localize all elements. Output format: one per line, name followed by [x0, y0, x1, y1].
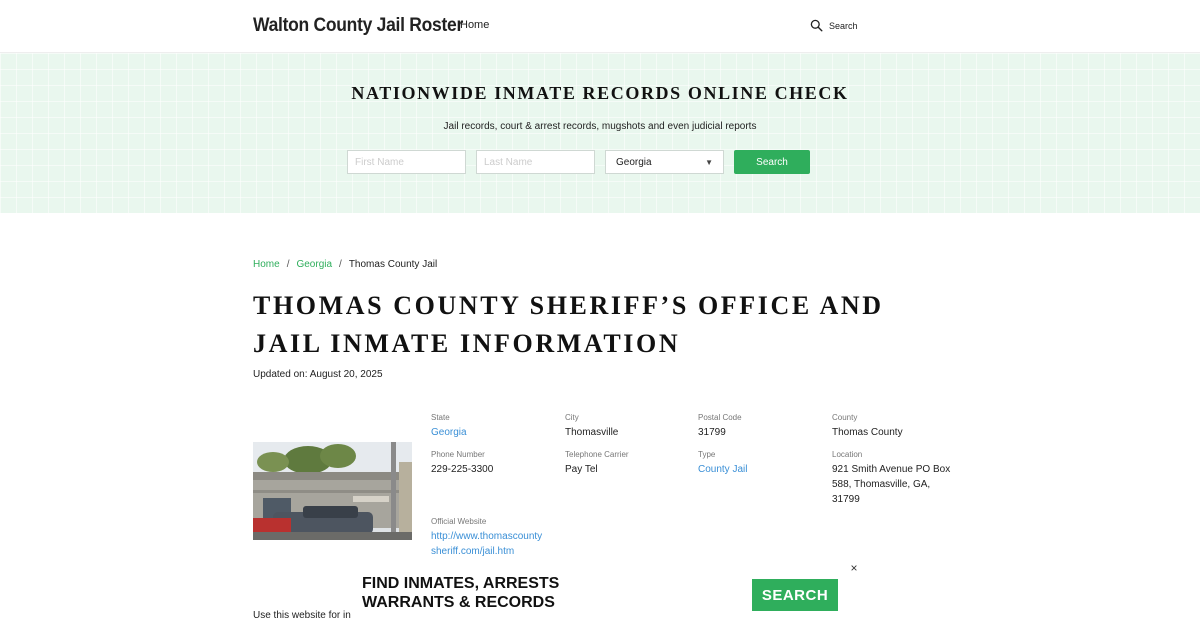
info-website: Official Website http://www.thomascounty…: [431, 517, 545, 559]
nav-search-button[interactable]: Search: [810, 19, 858, 32]
info-label: Type: [698, 450, 716, 459]
info-label: Location: [832, 450, 863, 459]
official-website-link[interactable]: http://www.thomascountysheriff.com/jail.…: [431, 529, 545, 559]
ad-headline-line2: WARRANTS & RECORDS: [362, 594, 555, 611]
ad-search-button[interactable]: SEARCH: [752, 579, 838, 611]
info-label: Official Website: [431, 517, 487, 526]
page-title: THOMAS COUNTY SHERIFF’S OFFICE AND JAIL …: [253, 291, 884, 358]
close-icon[interactable]: ×: [848, 562, 860, 574]
info-state: State Georgia: [431, 413, 556, 440]
ad-headline-line1: FIND INMATES, ARRESTS: [362, 575, 560, 592]
info-phone: Phone Number 229-225-3300: [431, 450, 556, 477]
hero-search-banner: NATIONWIDE INMATE RECORDS ONLINE CHECK J…: [0, 53, 1200, 213]
info-label: State: [431, 413, 450, 422]
breadcrumb-home[interactable]: Home: [253, 259, 280, 270]
info-value-type-link[interactable]: County Jail: [698, 462, 823, 477]
info-county: County Thomas County: [832, 413, 957, 440]
breadcrumb: Home / Georgia / Thomas County Jail: [253, 259, 437, 270]
info-value: 229-225-3300: [431, 464, 494, 475]
breadcrumb-current: Thomas County Jail: [348, 259, 438, 270]
info-value-state-link[interactable]: Georgia: [431, 425, 556, 440]
site-brand[interactable]: Walton County Jail Roster: [253, 15, 463, 37]
updated-date: Updated on: August 20, 2025: [253, 369, 383, 380]
info-value: Pay Tel: [565, 464, 598, 475]
breadcrumb-state[interactable]: Georgia: [296, 259, 332, 270]
site-header: Walton County Jail Roster Home Search: [0, 0, 1200, 53]
info-label: Postal Code: [698, 413, 742, 422]
inmate-search-form: Georgia ▼ Search: [347, 150, 810, 174]
chevron-down-icon: ▼: [705, 157, 713, 167]
info-value: 921 Smith Avenue PO Box 588, Thomasville…: [832, 464, 951, 505]
info-location: Location 921 Smith Avenue PO Box 588, Th…: [832, 450, 957, 507]
hero-search-button[interactable]: Search: [734, 150, 810, 174]
breadcrumb-separator: /: [339, 259, 342, 270]
last-name-input[interactable]: [476, 150, 595, 174]
hero-subtitle: Jail records, court & arrest records, mu…: [443, 121, 757, 132]
info-label: City: [565, 413, 579, 422]
hero-title: NATIONWIDE INMATE RECORDS ONLINE CHECK: [351, 83, 849, 103]
nav-search-label: Search: [829, 20, 858, 31]
info-value: Thomasville: [565, 427, 619, 438]
first-name-input[interactable]: [347, 150, 466, 174]
ad-headline[interactable]: FIND INMATES, ARRESTS WARRANTS & RECORDS: [362, 574, 559, 612]
info-label: Telephone Carrier: [565, 450, 629, 459]
info-label: County: [832, 413, 858, 422]
info-value: 31799: [698, 427, 726, 438]
breadcrumb-separator: /: [286, 259, 290, 270]
info-postal-code: Postal Code 31799: [698, 413, 823, 440]
intro-text: Use this website for in: [253, 610, 351, 620]
facility-photo: [253, 442, 412, 540]
state-select-value: Georgia: [616, 156, 652, 168]
info-value: Thomas County: [832, 427, 903, 438]
info-carrier: Telephone Carrier Pay Tel: [565, 450, 690, 477]
info-label: Phone Number: [431, 450, 485, 459]
nav-home-link[interactable]: Home: [460, 19, 489, 31]
search-icon: [810, 19, 823, 32]
state-select[interactable]: Georgia ▼: [605, 150, 724, 174]
info-type: Type County Jail: [698, 450, 823, 477]
info-city: City Thomasville: [565, 413, 690, 440]
